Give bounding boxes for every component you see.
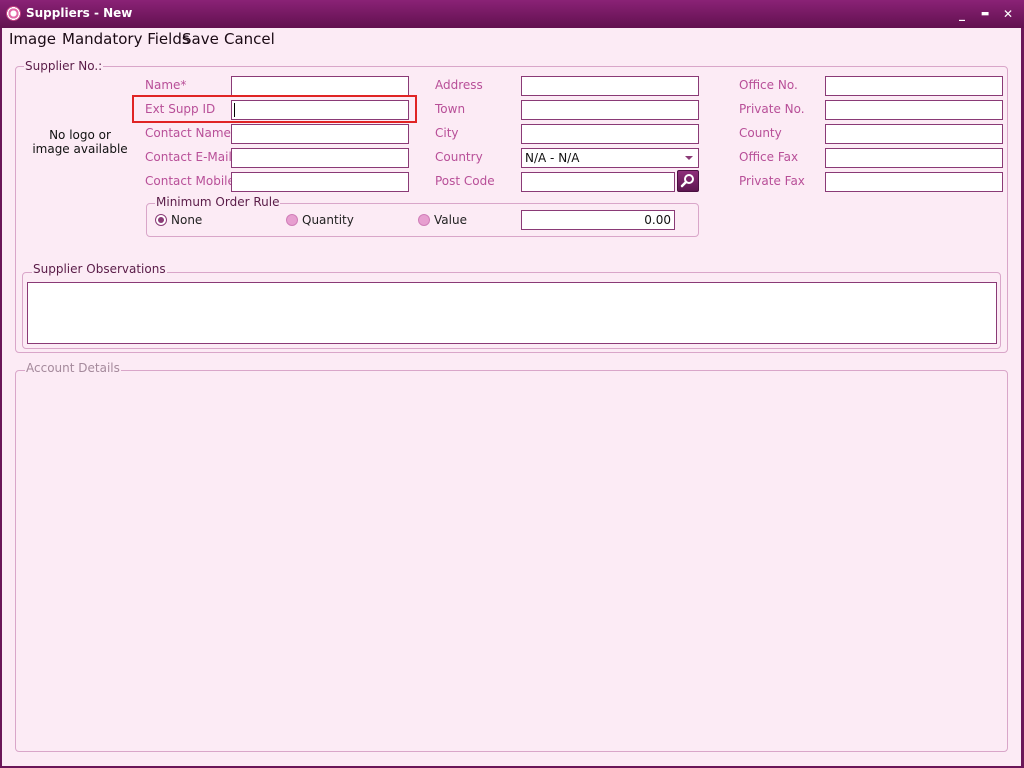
contact-email-label: Contact E-Mail* <box>145 150 238 164</box>
radio-none-label[interactable]: None <box>171 213 202 227</box>
supplier-observations-legend: Supplier Observations <box>32 262 167 276</box>
post-code-input[interactable] <box>521 172 675 192</box>
close-button[interactable]: ✕ <box>1000 6 1016 22</box>
radio-none[interactable] <box>155 214 167 226</box>
radio-quantity[interactable] <box>286 214 298 226</box>
private-no-label: Private No. <box>739 102 805 116</box>
private-fax-label: Private Fax <box>739 174 805 188</box>
menu-image[interactable]: Image <box>9 30 56 48</box>
office-no-input[interactable] <box>825 76 1003 96</box>
county-input[interactable] <box>825 124 1003 144</box>
client-area: Image Mandatory Fields Save Cancel Suppl… <box>2 28 1021 766</box>
private-fax-input[interactable] <box>825 172 1003 192</box>
menu-save[interactable]: Save <box>182 30 219 48</box>
title-bar: Suppliers - New _ ▬ ✕ <box>0 0 1024 28</box>
menu-mandatory-fields[interactable]: Mandatory Fields <box>62 30 190 48</box>
search-icon <box>680 174 694 188</box>
window-title: Suppliers - New <box>26 6 133 20</box>
account-details-group <box>15 370 1008 752</box>
radio-value[interactable] <box>418 214 430 226</box>
post-code-search-button[interactable] <box>677 170 699 192</box>
min-order-rule-legend: Minimum Order Rule <box>155 195 281 209</box>
office-fax-label: Office Fax <box>739 150 799 164</box>
app-logo-icon <box>6 6 21 21</box>
office-no-label: Office No. <box>739 78 798 92</box>
city-label: City <box>435 126 459 140</box>
chevron-down-icon[interactable] <box>685 156 693 160</box>
name-input[interactable] <box>231 76 409 96</box>
supplier-no-legend: Supplier No.: <box>24 59 104 73</box>
city-input[interactable] <box>521 124 699 144</box>
office-fax-input[interactable] <box>825 148 1003 168</box>
contact-mobile-label: Contact Mobile <box>145 174 235 188</box>
country-select[interactable]: N/A - N/A <box>521 148 699 168</box>
address-input[interactable] <box>521 76 699 96</box>
country-value: N/A - N/A <box>525 151 580 165</box>
contact-mobile-input[interactable] <box>231 172 409 192</box>
min-order-value-input[interactable]: 0.00 <box>521 210 675 230</box>
minimize-button[interactable]: _ <box>954 6 970 22</box>
radio-value-label[interactable]: Value <box>434 213 467 227</box>
logo-line-2: image available <box>32 142 128 156</box>
country-label: Country <box>435 150 483 164</box>
county-label: County <box>739 126 782 140</box>
maximize-button[interactable]: ▬ <box>977 6 993 22</box>
contact-email-input[interactable] <box>231 148 409 168</box>
radio-quantity-label[interactable]: Quantity <box>302 213 354 227</box>
contact-name-input[interactable] <box>231 124 409 144</box>
post-code-label: Post Code <box>435 174 495 188</box>
private-no-input[interactable] <box>825 100 1003 120</box>
contact-name-label: Contact Name <box>145 126 231 140</box>
town-label: Town <box>435 102 466 116</box>
address-label: Address <box>435 78 483 92</box>
logo-line-1: No logo or <box>49 128 111 142</box>
name-label: Name* <box>145 78 187 92</box>
account-details-legend: Account Details <box>25 361 121 375</box>
logo-placeholder[interactable]: No logo or image available <box>30 128 130 156</box>
menu-cancel[interactable]: Cancel <box>224 30 275 48</box>
supplier-observations-textarea[interactable] <box>27 282 997 344</box>
town-input[interactable] <box>521 100 699 120</box>
highlight-box <box>132 95 417 123</box>
menu-bar: Image Mandatory Fields Save Cancel <box>2 28 1021 52</box>
